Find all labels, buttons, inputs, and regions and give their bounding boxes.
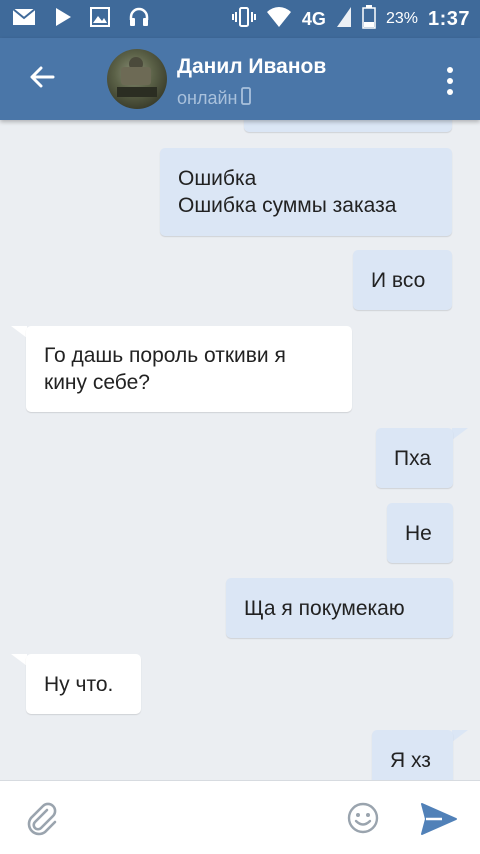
contact-name[interactable]: Данил Иванов [177, 55, 326, 79]
paperclip-icon [24, 802, 60, 841]
message-outgoing[interactable]: Ща я покумекаю [226, 578, 453, 638]
bubble-tail [11, 654, 27, 666]
bubble-tail [11, 326, 27, 338]
message-text: Ошибка суммы заказа [178, 194, 397, 217]
wifi-icon [266, 6, 292, 33]
network-type: 4G [301, 8, 326, 29]
vibrate-icon [231, 6, 256, 33]
chat-header: Данил Иванов онлайн [0, 38, 480, 120]
message-incoming[interactable]: Го дашь пороль откиви я кину себе? [26, 326, 352, 412]
status-text: онлайн [177, 88, 238, 108]
image-icon [90, 6, 110, 32]
mobile-icon [241, 87, 252, 110]
message-text: Ошибка [178, 167, 257, 190]
message-incoming[interactable]: Ну что. [26, 654, 141, 714]
notification-icons [12, 6, 150, 32]
message-text: Го дашь пороль откиви я [44, 344, 286, 367]
more-vertical-icon [447, 67, 453, 73]
clock: 1:37 [427, 7, 470, 30]
message-list[interactable]: Ошибка Ошибка суммы заказа И всо Го дашь… [0, 120, 480, 780]
bubble-tail [452, 428, 468, 440]
message-outgoing[interactable]: Пха [376, 428, 453, 488]
message-text: Не [405, 521, 432, 545]
avatar[interactable] [107, 49, 167, 109]
message-bubble-partial [244, 120, 452, 132]
play-store-icon [54, 7, 72, 32]
back-arrow-icon [29, 66, 55, 93]
headset-icon [128, 7, 150, 32]
attach-button[interactable] [24, 801, 60, 837]
send-button[interactable] [420, 801, 458, 837]
message-text: И всо [371, 268, 426, 292]
status-bar: 4G 23% 1:37 [0, 0, 480, 38]
message-outgoing[interactable]: Ошибка Ошибка суммы заказа [160, 148, 452, 236]
message-outgoing[interactable]: Не [387, 503, 453, 563]
back-button[interactable] [22, 59, 62, 99]
emoji-button[interactable] [346, 801, 380, 835]
message-text: Я хз [390, 748, 431, 772]
battery-percent: 23% [385, 10, 418, 27]
signal-icon [336, 6, 352, 33]
message-outgoing[interactable]: Я хз [372, 730, 453, 780]
send-icon [420, 803, 458, 841]
message-composer[interactable] [0, 780, 480, 854]
message-outgoing[interactable]: И всо [353, 250, 452, 310]
mail-icon [12, 7, 36, 31]
more-menu-button[interactable] [438, 64, 462, 98]
contact-status: онлайн [177, 87, 252, 110]
message-text: Ну что. [44, 672, 114, 696]
battery-icon [362, 4, 376, 34]
system-icons: 4G 23% 1:37 [231, 4, 470, 34]
emoji-icon [346, 802, 380, 839]
message-text: Пха [394, 446, 432, 470]
message-text: кину себе? [44, 371, 150, 394]
bubble-tail [452, 730, 468, 742]
message-text: Ща я покумекаю [244, 596, 405, 620]
